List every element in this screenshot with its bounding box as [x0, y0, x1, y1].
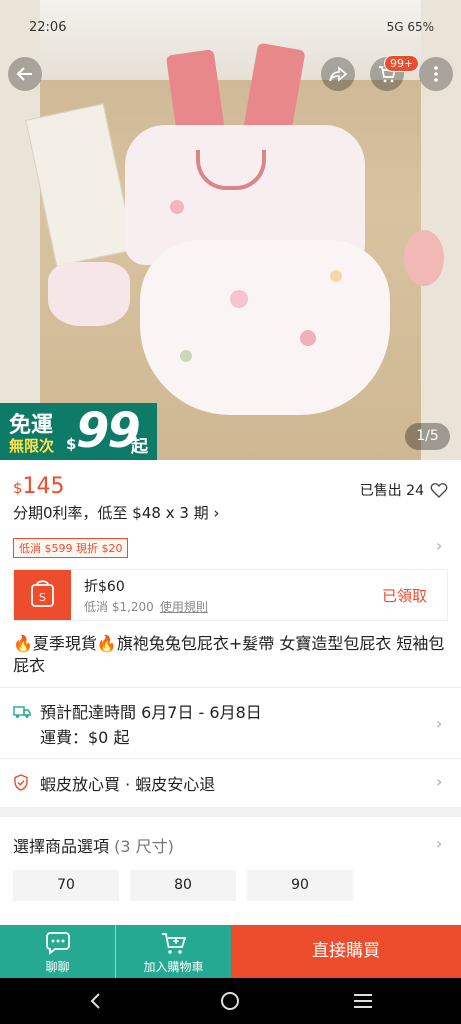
- nav-home-icon[interactable]: [220, 991, 240, 1011]
- sold-count: 已售出 24: [360, 480, 448, 500]
- shopee-bag-icon: S: [31, 580, 54, 607]
- chevron-right-icon[interactable]: ›: [436, 536, 442, 555]
- size-option-70[interactable]: 70: [13, 870, 119, 901]
- shield-check-icon: [14, 774, 28, 791]
- cart-count-badge: 99+: [384, 55, 420, 72]
- options-count: (3 尺寸): [114, 837, 174, 856]
- floral-dot: [230, 290, 248, 308]
- buy-now-button[interactable]: 直接購買: [231, 925, 461, 978]
- price-amount: 145: [22, 474, 65, 499]
- sold-label: 已售出 24: [359, 483, 424, 499]
- floral-dot: [180, 350, 192, 362]
- size-option-90[interactable]: 90: [247, 870, 353, 901]
- shop-voucher[interactable]: S 折$60 低消 $1,200 使用規則 已領取: [13, 569, 448, 621]
- chat-bubble-icon: [45, 932, 70, 955]
- voucher-title: 折$60: [84, 579, 125, 595]
- floral-dot: [300, 330, 316, 346]
- divider: [0, 758, 461, 759]
- chevron-right-icon[interactable]: ›: [436, 714, 442, 733]
- discount-chip[interactable]: 低消 $599 現折 $20: [13, 538, 129, 558]
- installment-info[interactable]: 分期0利率，低至 $48 x 3 期 ›: [13, 502, 219, 523]
- status-time: 22:06: [29, 20, 67, 35]
- arrow-left-icon: [16, 67, 32, 81]
- voucher-claimed-status: 已領取: [381, 587, 427, 605]
- share-icon: [329, 66, 348, 82]
- chat-button[interactable]: 聊聊: [0, 925, 115, 978]
- voucher-shop-stub: S: [14, 570, 71, 620]
- heart-icon[interactable]: [430, 482, 448, 498]
- add-to-cart-button[interactable]: 加入購物車: [115, 925, 231, 978]
- free-shipping-promo-badge: 免運 無限次 $ 99 起: [0, 403, 157, 460]
- cart-plus-icon: [161, 933, 186, 954]
- promo-suffix: 起: [131, 437, 148, 457]
- nav-recents-icon[interactable]: [353, 993, 373, 1009]
- svg-text:S: S: [39, 591, 46, 604]
- voucher-min-spend: 低消 $1,200: [84, 600, 154, 614]
- voucher-rules-link[interactable]: 使用規則: [160, 600, 208, 614]
- romper-body: [140, 240, 390, 415]
- options-header[interactable]: 選擇商品選項 (3 尺寸): [13, 833, 174, 857]
- price-currency: $: [13, 479, 23, 497]
- nav-back-icon[interactable]: [88, 992, 104, 1010]
- promo-amount: 99: [76, 403, 141, 459]
- divider: [0, 687, 461, 688]
- shipping-info[interactable]: 預計配達時間 6月7日 - 6月8日 運費：$0 起: [40, 700, 262, 750]
- options-title: 選擇商品選項: [13, 837, 110, 856]
- floral-dot: [170, 200, 184, 214]
- status-bar: 22:06 5G 65%: [0, 0, 461, 36]
- system-navigation-bar: [0, 978, 461, 1024]
- floral-dot: [330, 270, 342, 282]
- chevron-right-icon[interactable]: ›: [436, 834, 442, 853]
- chat-label: 聊聊: [45, 960, 70, 974]
- size-option-80[interactable]: 80: [130, 870, 236, 901]
- section-separator: [0, 807, 461, 817]
- back-button[interactable]: [8, 57, 42, 91]
- shipping-fee: 運費：$0 起: [40, 728, 130, 747]
- promo-currency: $: [66, 435, 77, 453]
- product-title: 🔥夏季現貨🔥旗袍兔兔包屁衣+髮帶 女寶造型包屁衣 短袖包屁衣: [13, 634, 445, 675]
- shopee-guarantee[interactable]: 蝦皮放心買 · 蝦皮安心退: [40, 771, 215, 795]
- product-price: $145: [13, 474, 65, 499]
- status-system-indicators: 5G 65%: [386, 20, 434, 34]
- share-button[interactable]: [321, 57, 355, 91]
- chevron-right-icon[interactable]: ›: [436, 772, 442, 791]
- truck-icon: [13, 706, 31, 718]
- more-button[interactable]: [419, 57, 453, 91]
- headband-bow: [48, 262, 130, 326]
- bottom-action-bar: 聊聊 加入購物車 直接購買: [0, 925, 461, 978]
- image-pager: 1/5: [405, 423, 450, 450]
- promo-line2: 無限次: [9, 437, 55, 455]
- photo-pink-object: [404, 230, 444, 286]
- add-to-cart-label: 加入購物車: [143, 960, 204, 974]
- more-vertical-icon: [434, 66, 438, 82]
- delivery-estimate: 預計配達時間 6月7日 - 6月8日: [40, 703, 262, 722]
- voucher-conditions: 低消 $1,200 使用規則: [84, 598, 208, 615]
